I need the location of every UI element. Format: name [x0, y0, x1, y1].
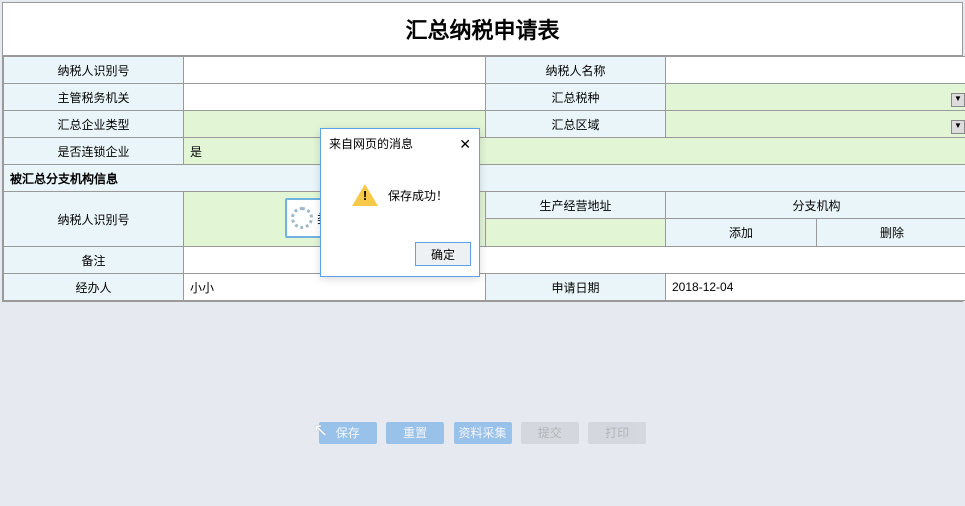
- spinner-icon: [291, 207, 313, 229]
- warning-icon: [352, 184, 378, 206]
- dialog-message: 保存成功！: [388, 187, 448, 204]
- close-icon[interactable]: ✕: [459, 137, 471, 151]
- message-dialog: 来自网页的消息 ✕ 保存成功！ 确定: [320, 128, 480, 277]
- ok-button[interactable]: 确定: [415, 242, 471, 266]
- modal-overlay: [0, 2, 965, 506]
- dialog-title: 来自网页的消息: [329, 135, 413, 152]
